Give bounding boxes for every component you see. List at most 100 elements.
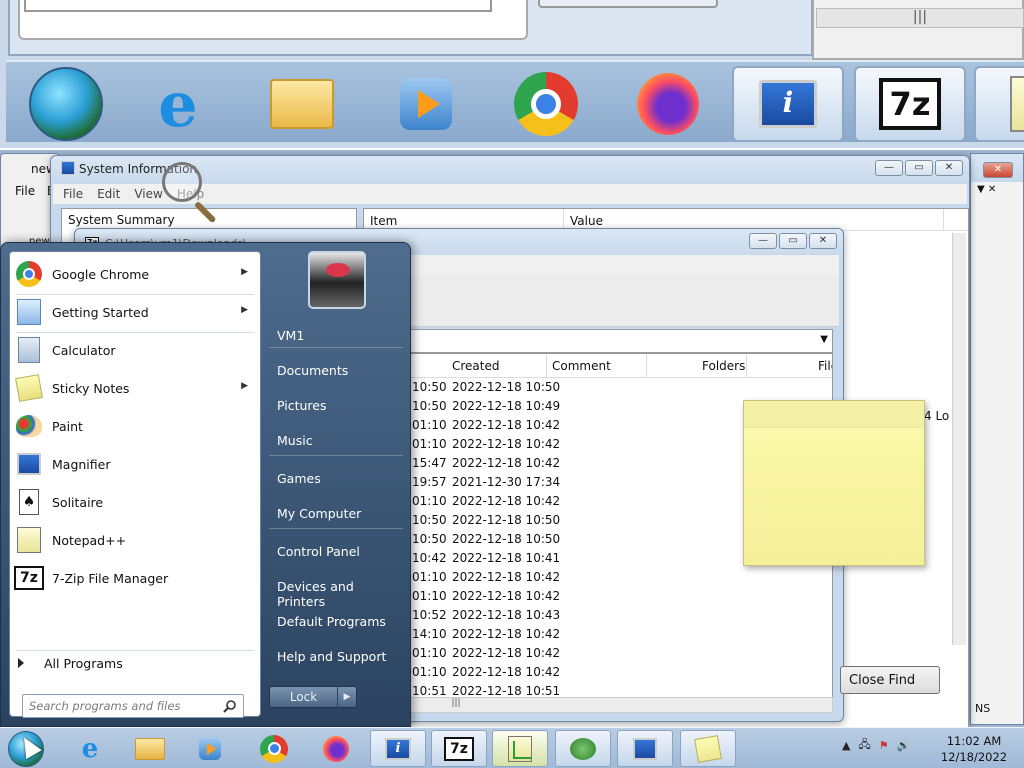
search-icon[interactable] <box>223 699 237 716</box>
menu-edit[interactable]: Edit <box>97 187 120 201</box>
modified-cell: 10:50 <box>412 399 447 413</box>
7zip-icon: 7z <box>14 563 44 593</box>
close-icon[interactable]: ✕ <box>983 162 1013 178</box>
start-program-item[interactable]: Notepad++ <box>10 522 260 558</box>
menu-file[interactable]: File <box>63 187 83 201</box>
created-cell: 2022-12-18 10:42 <box>452 456 561 470</box>
start-program-item[interactable]: Google Chrome ▶ <box>10 256 260 292</box>
created-cell: 2022-12-18 10:51 <box>452 684 561 698</box>
created-cell: 2022-12-18 10:50 <box>452 532 561 546</box>
maximize-button[interactable]: ▭ <box>779 233 807 249</box>
media-player-icon <box>199 737 221 760</box>
chevron-right-icon[interactable]: ▶ <box>338 687 356 707</box>
minimize-button[interactable]: — <box>749 233 777 249</box>
start-program-item[interactable]: Sticky Notes ▶ <box>10 370 260 406</box>
maximize-button[interactable]: ▭ <box>905 160 933 176</box>
system-tray: ▲ 🖧 ⚑ 🔊 <box>842 736 910 755</box>
taskbar-magnifier-button[interactable] <box>617 730 673 767</box>
taskbar-media-player-button[interactable] <box>182 730 238 767</box>
submenu-arrow-icon[interactable]: ▶ <box>241 267 248 277</box>
start-program-item[interactable]: Getting Started ▶ <box>10 294 260 330</box>
start-right-item[interactable]: Default Programs <box>269 605 407 638</box>
show-hidden-icons-icon[interactable]: ▲ <box>842 739 850 752</box>
column-created[interactable]: Created <box>452 359 500 373</box>
start-right-item[interactable]: Help and Support <box>269 640 407 673</box>
submenu-arrow-icon[interactable]: ▶ <box>241 305 248 315</box>
taskbar-explorer-button[interactable] <box>122 730 178 767</box>
start-right-item[interactable]: Devices and Printers <box>269 570 407 609</box>
system-info-icon: i <box>385 737 411 760</box>
start-right-item[interactable]: Music <box>269 424 407 457</box>
created-cell: 2021-12-30 17:34 <box>452 475 561 489</box>
created-cell: 2022-12-18 10:50 <box>452 513 561 527</box>
created-cell: 2022-12-18 10:42 <box>452 646 561 660</box>
notepadpp-icon <box>974 66 1024 142</box>
dropdown-arrow-icon[interactable]: ▼ ✕ <box>977 184 996 195</box>
ns-label: NS <box>975 702 991 715</box>
notepad-menu-file[interactable]: File <box>15 184 35 198</box>
start-right-item[interactable]: Pictures <box>269 389 407 422</box>
start-program-label: Paint <box>52 418 83 434</box>
close-button[interactable]: ✕ <box>809 233 837 249</box>
chevron-down-icon[interactable]: ▼ <box>820 334 828 345</box>
taskbar-chrome-button[interactable] <box>246 730 302 767</box>
start-right-item[interactable]: My Computer <box>269 497 407 530</box>
start-right-item[interactable]: Documents <box>269 354 407 387</box>
network-icon[interactable]: 🖧 <box>858 736 870 755</box>
modified-cell: 01:10 <box>412 418 447 432</box>
start-program-item[interactable]: Calculator <box>10 332 260 368</box>
column-comment[interactable]: Comment <box>552 359 611 373</box>
start-program-label: Notepad++ <box>52 532 127 548</box>
notepadpp-icon <box>508 735 532 762</box>
start-program-item[interactable]: ♠ Solitaire <box>10 484 260 520</box>
chrome-icon <box>490 66 602 142</box>
start-program-item[interactable]: Magnifier <box>10 446 260 482</box>
sticky-notes-icon <box>14 373 44 403</box>
volume-icon[interactable]: 🔊 <box>897 739 911 752</box>
created-cell: 2022-12-18 10:42 <box>452 627 561 641</box>
start-right-item[interactable]: Games <box>269 462 407 495</box>
start-program-item[interactable]: 7z 7-Zip File Manager <box>10 560 260 596</box>
submenu-arrow-icon[interactable]: ▶ <box>241 381 248 391</box>
divider <box>269 528 403 529</box>
menu-view[interactable]: View <box>134 187 162 201</box>
taskbar-sticky-notes-button[interactable] <box>680 730 736 767</box>
magnifier-icon <box>14 449 44 479</box>
modified-cell: 10:50 <box>412 380 447 394</box>
clock[interactable]: 11:02 AM 12/18/2022 <box>938 733 1010 765</box>
program-list: Google Chrome ▶ Getting Started ▶ Calculator… <box>9 251 261 718</box>
close-button[interactable]: ✕ <box>935 160 963 176</box>
action-center-icon[interactable]: ⚑ <box>879 739 889 752</box>
modified-cell: 01:10 <box>412 665 447 679</box>
column-item[interactable]: Item <box>364 209 564 230</box>
taskbar-firefox-button[interactable] <box>308 730 364 767</box>
calculator-icon <box>14 335 44 365</box>
taskbar-notepadpp-button[interactable] <box>492 730 548 767</box>
column-folders[interactable]: Folders <box>702 359 745 373</box>
search-input[interactable] <box>29 696 219 716</box>
all-programs-button[interactable]: All Programs <box>18 656 123 671</box>
taskbar-ie-button[interactable]: e <box>62 730 118 767</box>
lock-label[interactable]: Lock <box>270 687 338 707</box>
lock-button[interactable]: Lock ▶ <box>269 686 357 708</box>
taskbar-system-info-button[interactable]: i <box>370 730 426 767</box>
close-find-button[interactable]: Close Find <box>840 666 940 694</box>
sticky-note[interactable] <box>743 400 925 566</box>
taskbar-frog-button[interactable] <box>555 730 611 767</box>
column-value[interactable]: Value <box>564 209 944 230</box>
magnified-buttons <box>538 0 718 8</box>
vertical-scrollbar[interactable] <box>952 233 966 645</box>
column-files[interactable]: File <box>818 359 832 373</box>
start-program-item[interactable]: Paint <box>10 408 260 444</box>
divider <box>269 455 403 456</box>
modified-cell: 01:10 <box>412 437 447 451</box>
taskbar-7zip-button[interactable]: 7z <box>431 730 487 767</box>
created-cell: 2022-12-18 10:42 <box>452 494 561 508</box>
start-program-label: Solitaire <box>52 494 104 510</box>
firefox-icon <box>323 735 349 762</box>
user-avatar[interactable] <box>308 251 366 309</box>
start-right-item[interactable]: Control Panel <box>269 535 407 568</box>
start-search-box[interactable] <box>22 694 244 718</box>
magnified-taskbar: e i 7z <box>6 60 1024 142</box>
minimize-button[interactable]: — <box>875 160 903 176</box>
